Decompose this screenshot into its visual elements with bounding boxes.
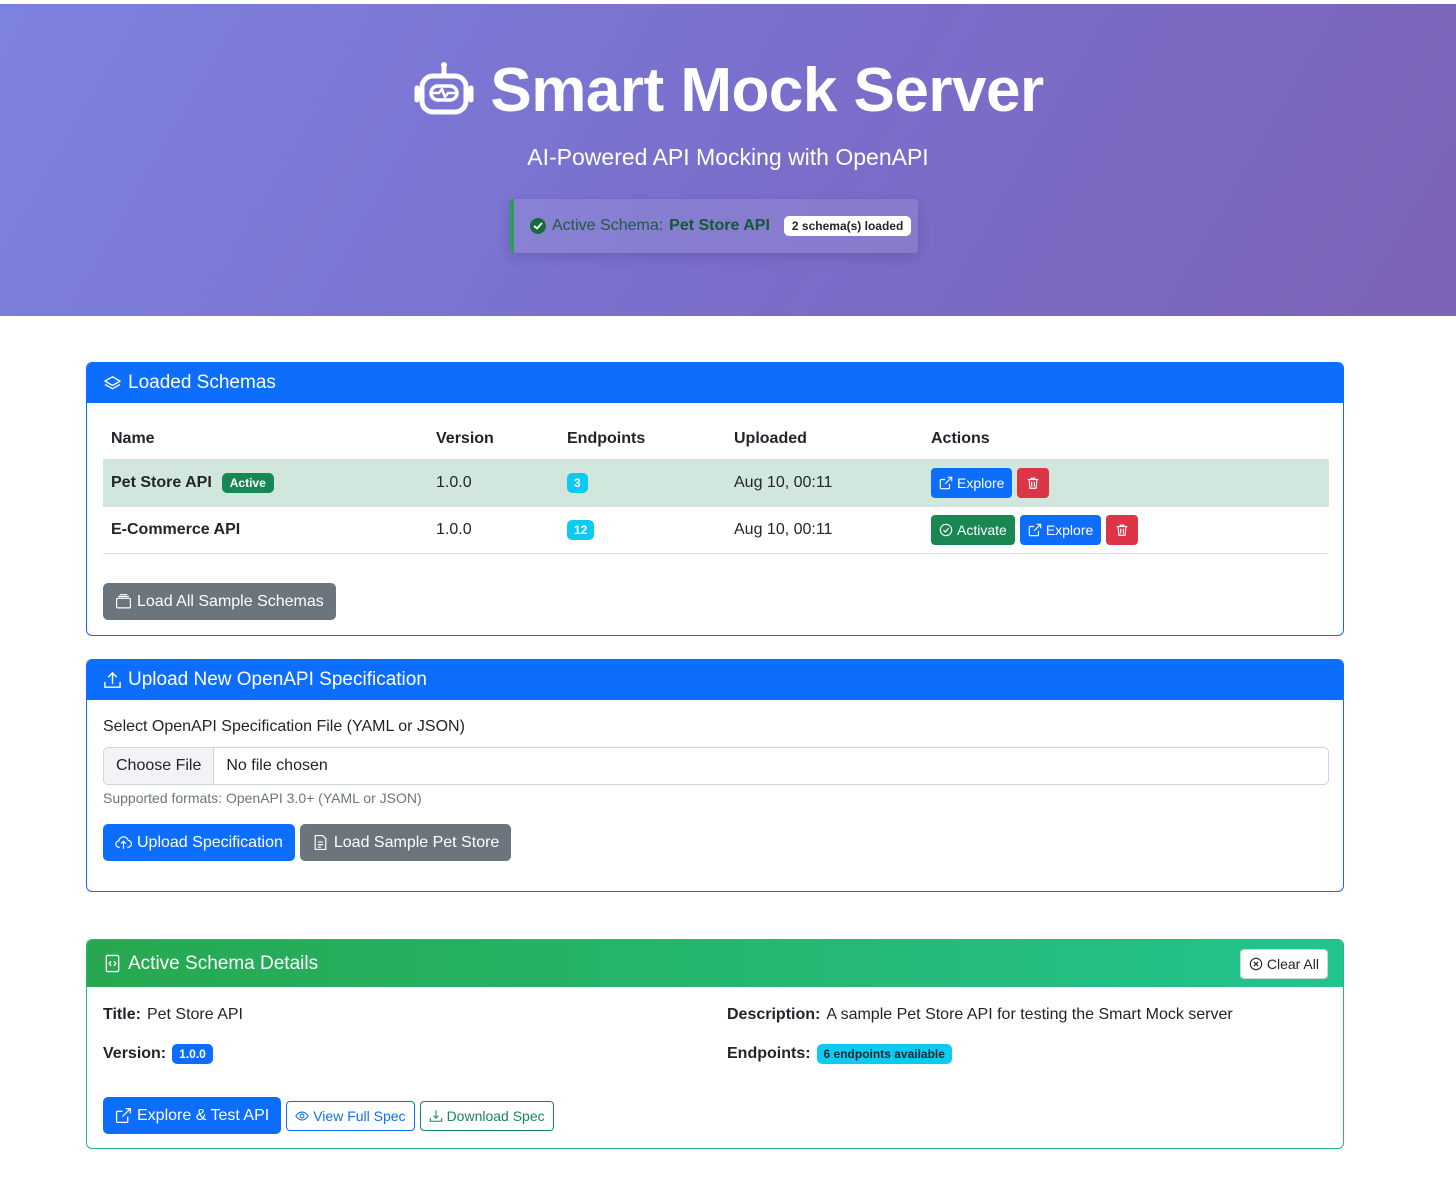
active-schema-name: Pet Store API: [669, 217, 770, 234]
detail-description: Description: A sample Pet Store API for …: [727, 1006, 1233, 1024]
explore-test-label: Explore & Test API: [137, 1106, 270, 1124]
hero-title: Smart Mock Server: [0, 54, 1456, 126]
detail-title: Title: Pet Store API: [103, 1006, 243, 1024]
explore-label: Explore: [957, 474, 1005, 491]
load-all-label: Load All Sample Schemas: [137, 592, 324, 610]
trash-icon: [1117, 524, 1128, 536]
schema-name: E-Commerce API: [111, 520, 241, 538]
file-name-text: No file chosen: [226, 757, 328, 774]
schema-name: Pet Store API: [111, 473, 212, 491]
external-link-icon: [939, 476, 953, 489]
details-title: Active Schema Details: [128, 952, 319, 974]
table-row: Pet Store API Active 1.0.0 3 Aug 10, 00:1…: [103, 459, 1329, 507]
explore-button[interactable]: Explore: [1019, 514, 1102, 545]
active-schema-alert: Active Schema: Pet Store API 2 schema(s)…: [510, 199, 918, 253]
check-circle-icon: [939, 523, 953, 536]
col-endpoints: Endpoints: [559, 419, 726, 460]
active-schema-details-card: Active Schema Details Clear All Title: P…: [86, 939, 1344, 1149]
external-link-icon: [1028, 523, 1042, 536]
loaded-schemas-header: Loaded Schemas: [87, 363, 1343, 403]
upload-title: Upload New OpenAPI Specification: [128, 669, 427, 690]
download-spec-button[interactable]: Download Spec: [419, 1100, 554, 1131]
delete-button[interactable]: [1106, 514, 1139, 545]
endpoints-badge: 12: [567, 519, 595, 540]
loaded-schemas-title: Loaded Schemas: [128, 372, 276, 393]
collection-icon: [116, 594, 131, 609]
robot-icon: [414, 62, 474, 115]
schema-version: 1.0.0: [428, 459, 559, 507]
cloud-upload-icon: [115, 836, 132, 849]
schema-uploaded: Aug 10, 00:11: [726, 506, 923, 554]
activate-button[interactable]: Activate: [931, 514, 1015, 545]
file-text-icon: [314, 835, 327, 850]
check-circle-icon: [530, 218, 546, 234]
activate-label: Activate: [957, 521, 1007, 538]
endpoints-badge: 3: [567, 472, 588, 493]
table-header-row: Name Version Endpoints Uploaded Actions: [103, 419, 1329, 460]
col-name: Name: [103, 419, 428, 460]
schema-count-badge: 2 schema(s) loaded: [783, 216, 912, 236]
col-actions: Actions: [923, 419, 1329, 460]
explore-test-api-button[interactable]: Explore & Test API: [103, 1097, 282, 1134]
details-header: Active Schema Details Clear All: [87, 940, 1343, 987]
table-row: E-Commerce API 1.0.0 12 Aug 10, 00:11 Ac…: [103, 506, 1329, 554]
layers-icon: [104, 375, 121, 389]
version-label: Version:: [103, 1045, 167, 1062]
version-badge: 1.0.0: [172, 1044, 213, 1064]
col-uploaded: Uploaded: [726, 419, 923, 460]
col-version: Version: [428, 419, 559, 460]
download-spec-label: Download Spec: [446, 1107, 545, 1124]
choose-file-button[interactable]: Choose File: [104, 748, 215, 784]
upload-card: Upload New OpenAPI Specification Select …: [86, 659, 1344, 892]
description-label: Description:: [727, 1006, 821, 1023]
clear-all-label: Clear All: [1266, 955, 1319, 972]
file-help-text: Supported formats: OpenAPI 3.0+ (YAML or…: [103, 790, 422, 806]
upload-icon: [104, 671, 121, 688]
explore-button[interactable]: Explore: [931, 467, 1013, 498]
delete-button[interactable]: [1017, 467, 1050, 498]
hero-subtitle: AI-Powered API Mocking with OpenAPI: [527, 144, 929, 170]
clear-all-button[interactable]: Clear All: [1239, 948, 1328, 979]
title-label: Title:: [103, 1006, 141, 1023]
file-code-icon: [105, 954, 120, 973]
x-circle-icon: [1249, 957, 1263, 970]
endpoints-available-badge: 6 endpoints available: [816, 1044, 952, 1064]
load-sample-label: Load Sample Pet Store: [333, 833, 500, 851]
load-sample-petstore-button[interactable]: Load Sample Pet Store: [299, 824, 512, 861]
view-spec-label: View Full Spec: [313, 1107, 406, 1124]
explore-label: Explore: [1045, 521, 1094, 538]
upload-spec-button[interactable]: Upload Specification: [103, 824, 295, 861]
description-value: A sample Pet Store API for testing the S…: [826, 1006, 1233, 1023]
app-title: Smart Mock Server: [490, 55, 1044, 125]
download-icon: [429, 1109, 442, 1122]
active-schema-label: Active Schema:: [552, 217, 664, 234]
detail-endpoints: Endpoints: 6 endpoints available: [727, 1044, 952, 1064]
load-all-samples-button[interactable]: Load All Sample Schemas: [103, 583, 336, 620]
trash-icon: [1028, 477, 1039, 489]
upload-header: Upload New OpenAPI Specification: [87, 660, 1343, 700]
loaded-schemas-card: Loaded Schemas Name Version Endpoints Up…: [86, 362, 1344, 636]
view-full-spec-button[interactable]: View Full Spec: [286, 1100, 415, 1131]
detail-version: Version: 1.0.0: [103, 1044, 213, 1064]
file-input[interactable]: Choose File No file chosen: [103, 747, 1329, 785]
schemas-table: Name Version Endpoints Uploaded Actions …: [103, 419, 1329, 554]
upload-spec-label: Upload Specification: [137, 833, 283, 851]
title-value: Pet Store API: [146, 1006, 243, 1023]
schema-version: 1.0.0: [428, 506, 559, 554]
active-badge: Active: [221, 472, 274, 493]
schema-uploaded: Aug 10, 00:11: [726, 459, 923, 507]
eye-icon: [295, 1111, 309, 1120]
endpoints-label: Endpoints:: [727, 1045, 811, 1062]
file-label: Select OpenAPI Specification File (YAML …: [103, 718, 465, 735]
external-link-icon: [115, 1107, 132, 1124]
